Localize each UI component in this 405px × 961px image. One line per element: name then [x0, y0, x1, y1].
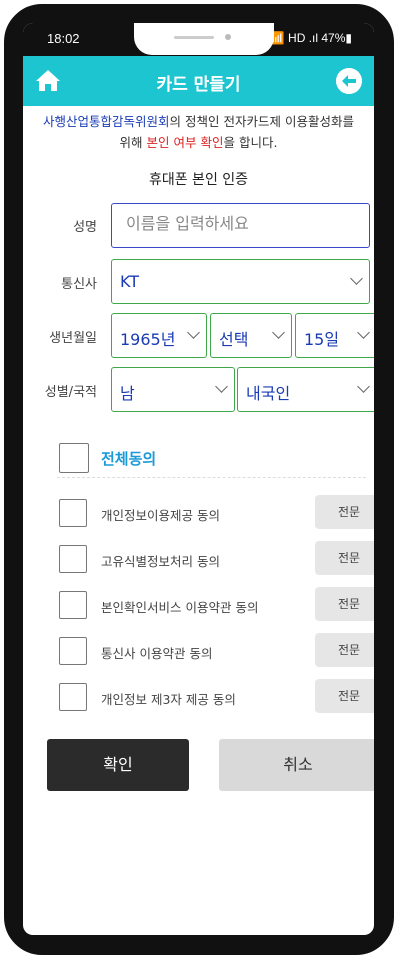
- speaker-grille: [174, 36, 214, 39]
- nationality-value: 내국인: [246, 384, 291, 403]
- notice-text: 사행산업통합감독위원회의 정책인 전자카드제 이용활성화를 위해 본인 여부 확…: [31, 111, 366, 153]
- agree-checkbox-2[interactable]: [59, 545, 87, 573]
- notice-highlight: 본인 여부 확인: [146, 135, 224, 150]
- birth-month-select[interactable]: 선택: [210, 313, 292, 358]
- gender-value: 남: [120, 384, 135, 403]
- birth-day-value: 15일: [304, 330, 340, 349]
- full-text-button-5[interactable]: 전문: [315, 679, 374, 713]
- chevron-down-icon: [357, 326, 370, 339]
- agree-label-1: 개인정보이용제공 동의: [101, 508, 220, 523]
- birth-day-select[interactable]: 15일: [295, 313, 374, 358]
- app-bar: 카드 만들기: [23, 56, 374, 106]
- back-arrow-icon[interactable]: [336, 68, 362, 94]
- agree-label-2: 고유식별정보처리 동의: [101, 554, 220, 569]
- name-field[interactable]: [111, 203, 370, 248]
- cancel-button[interactable]: 취소: [219, 739, 374, 791]
- agree-checkbox-1[interactable]: [59, 499, 87, 527]
- full-text-button-2[interactable]: 전문: [315, 541, 374, 575]
- phone-frame: 18:02 📶 HD .ıl 47%▮ 카드 만들기 사행산업통합감독위원회의 …: [4, 4, 394, 955]
- name-input[interactable]: [124, 213, 348, 234]
- divider: [57, 477, 366, 478]
- notice-org: 사행산업통합감독위원회: [43, 114, 170, 129]
- gender-label: 성별/국적: [44, 385, 97, 400]
- gender-select[interactable]: 남: [111, 367, 235, 412]
- notice-text-2: 위해: [119, 135, 147, 150]
- agree-checkbox-4[interactable]: [59, 637, 87, 665]
- agree-all-label: 전체동의: [101, 450, 157, 468]
- agree-label-4: 통신사 이용약관 동의: [101, 646, 213, 661]
- status-time: 18:02: [47, 31, 80, 46]
- full-text-button-3[interactable]: 전문: [315, 587, 374, 621]
- agree-label-3: 본인확인서비스 이용약관 동의: [101, 600, 259, 615]
- birth-year-value: 1965년: [120, 330, 176, 349]
- camera-dot: [225, 34, 231, 40]
- page-title: 카드 만들기: [156, 75, 241, 95]
- carrier-select[interactable]: KT: [111, 259, 370, 304]
- chevron-down-icon: [187, 326, 200, 339]
- notice-text-1: 의 정책인 전자카드제 이용활성화를: [169, 114, 354, 129]
- agree-all-checkbox[interactable]: [59, 443, 89, 473]
- birth-month-value: 선택: [219, 330, 249, 349]
- screen: 18:02 📶 HD .ıl 47%▮ 카드 만들기 사행산업통합감독위원회의 …: [23, 23, 374, 935]
- agree-checkbox-3[interactable]: [59, 591, 87, 619]
- birth-label: 생년월일: [49, 331, 97, 346]
- birth-year-select[interactable]: 1965년: [111, 313, 207, 358]
- camera-notch: [134, 23, 274, 55]
- carrier-label: 통신사: [61, 277, 97, 292]
- carrier-value: KT: [120, 272, 140, 291]
- name-label: 성명: [73, 220, 97, 235]
- full-text-button-4[interactable]: 전문: [315, 633, 374, 667]
- status-indicators: 📶 HD .ıl 47%▮: [269, 31, 352, 45]
- confirm-button[interactable]: 확인: [47, 739, 189, 791]
- notice-text-3: 을 합니다.: [223, 135, 278, 150]
- chevron-down-icon: [215, 380, 228, 393]
- nationality-select[interactable]: 내국인: [237, 367, 374, 412]
- agree-label-5: 개인정보 제3자 제공 동의: [101, 692, 236, 707]
- chevron-down-icon: [272, 326, 285, 339]
- chevron-down-icon: [350, 272, 363, 285]
- full-text-button-1[interactable]: 전문: [315, 495, 374, 529]
- agree-checkbox-5[interactable]: [59, 683, 87, 711]
- chevron-down-icon: [357, 380, 370, 393]
- section-title: 휴대폰 본인 인증: [148, 172, 249, 188]
